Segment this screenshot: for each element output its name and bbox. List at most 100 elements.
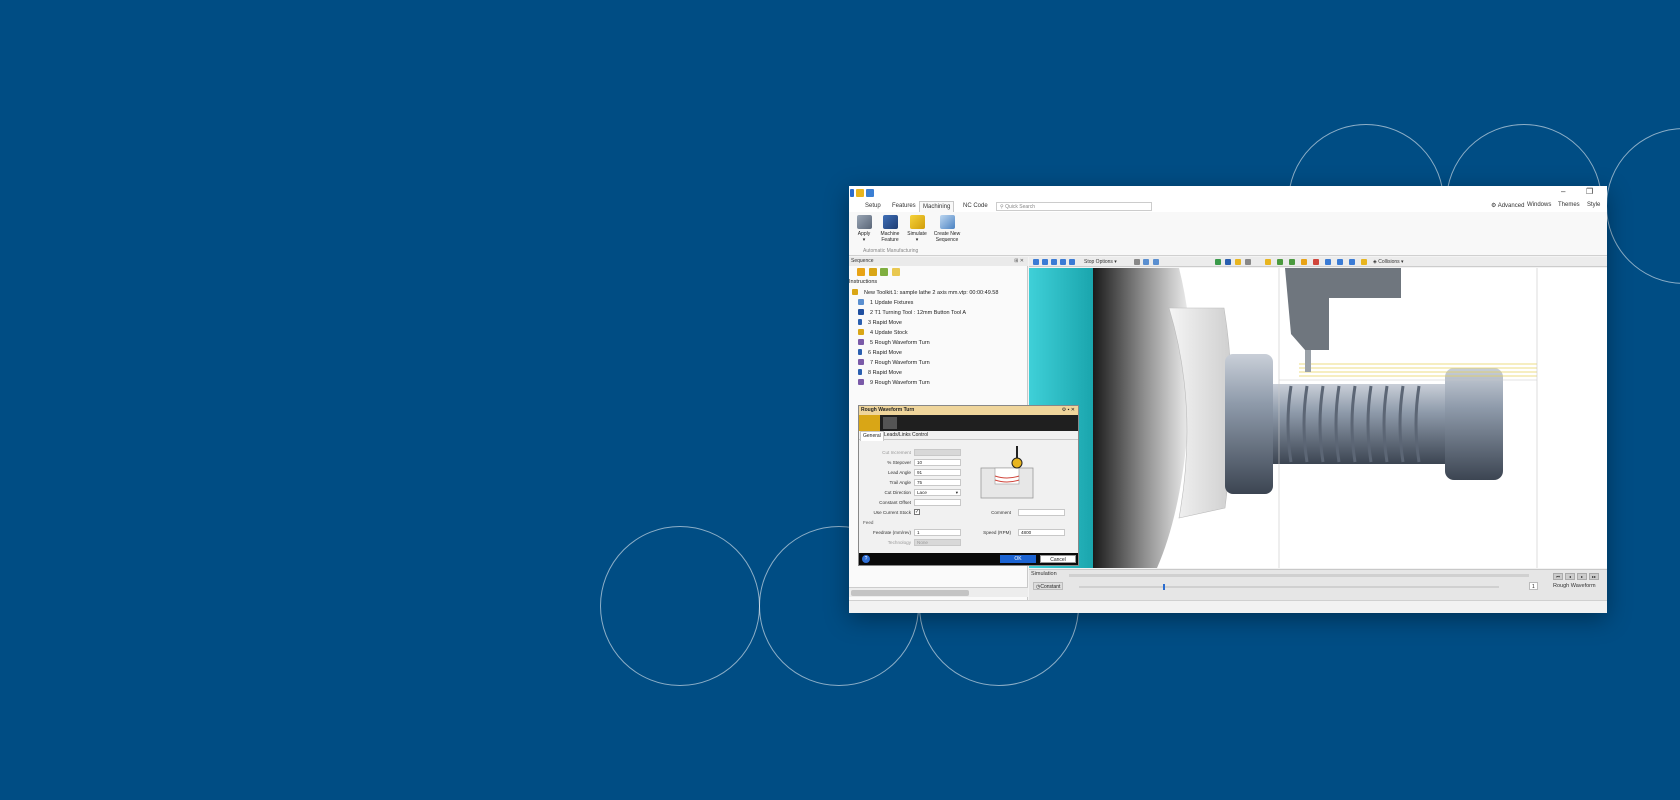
dialog-tab-leads-links[interactable]: Leads/Links xyxy=(882,431,913,440)
dropdown-arrow-icon: ▾ xyxy=(915,237,919,243)
restore-button[interactable]: ❐ xyxy=(1586,187,1593,196)
speed-input[interactable]: 4800 xyxy=(1018,529,1065,536)
feedrate-label: Feedrate (mm/rev) xyxy=(872,530,911,535)
deco-circle-bottom-1 xyxy=(600,526,760,686)
warning-icon[interactable] xyxy=(1235,259,1241,265)
viewport-3d[interactable] xyxy=(1029,268,1607,568)
dialog-footer: ? OK Cancel xyxy=(859,553,1078,565)
create-sequence-button[interactable]: Create New Sequence xyxy=(931,215,963,243)
tool-settings-icon[interactable] xyxy=(883,417,897,429)
speed-slider-track[interactable] xyxy=(1079,586,1499,588)
measure-icon[interactable] xyxy=(1325,259,1331,265)
ok-button[interactable]: OK xyxy=(1000,555,1036,563)
shading-icon[interactable] xyxy=(1245,259,1251,265)
comment-input[interactable] xyxy=(1018,509,1065,516)
tree-item-1[interactable]: 1 Update Fixtures xyxy=(858,299,913,306)
use-current-stock-label: Use Current Stock xyxy=(873,510,911,515)
tab-nc-code[interactable]: NC Code xyxy=(960,201,991,212)
fixture-display-icon[interactable] xyxy=(1301,259,1307,265)
axis-icon[interactable] xyxy=(1349,259,1355,265)
tree-item-label: 5 Rough Waveform Turn xyxy=(870,340,930,346)
sequence-pane-scrollbar[interactable] xyxy=(849,587,1028,597)
stock-display-icon[interactable] xyxy=(1289,259,1295,265)
use-current-stock-checkbox[interactable]: ✓ xyxy=(914,509,920,515)
menu-style[interactable]: Style xyxy=(1587,202,1600,208)
tree-item-2[interactable]: 2 T1 Turning Tool : 12mm Button Tool A xyxy=(858,309,966,316)
minimize-button[interactable]: – xyxy=(1561,187,1565,196)
tab-features[interactable]: Features xyxy=(889,201,919,212)
save-icon[interactable] xyxy=(866,189,874,197)
menu-windows[interactable]: Windows xyxy=(1527,202,1551,208)
menu-advanced[interactable]: ⚙ Advanced xyxy=(1491,202,1524,209)
simulation-top-track[interactable] xyxy=(1069,574,1529,577)
tree-item-6[interactable]: 6 Rapid Move xyxy=(858,349,902,356)
dialog-window-buttons[interactable]: ⚙ ▪ ✕ xyxy=(1062,406,1075,415)
stepover-input[interactable]: 10 xyxy=(914,459,961,466)
help-icon[interactable]: ? xyxy=(862,555,870,563)
speed-slider-knob[interactable] xyxy=(1163,584,1165,590)
current-operation-label: Rough Waveform xyxy=(1553,583,1596,589)
add-operation-icon[interactable] xyxy=(857,268,865,276)
cut-direction-select[interactable]: Lace ▾ xyxy=(914,489,961,496)
rotate-icon[interactable] xyxy=(1153,259,1159,265)
cut-direction-label: Cut Direction xyxy=(884,490,911,495)
tab-machining[interactable]: Machining xyxy=(919,201,955,212)
simulation-title: Simulation xyxy=(1031,571,1057,577)
save-view-icon[interactable] xyxy=(1225,259,1231,265)
trail-angle-input[interactable]: 75 xyxy=(914,479,961,486)
tree-item-4[interactable]: 4 Update Stock xyxy=(858,329,908,336)
constant-offset-input[interactable] xyxy=(914,499,961,506)
waveform-turn-icon xyxy=(858,359,864,365)
shaft-right-bearing xyxy=(1445,368,1503,480)
globe-icon[interactable] xyxy=(1215,259,1221,265)
step-back-icon[interactable] xyxy=(1042,259,1048,265)
cancel-button[interactable]: Cancel xyxy=(1040,555,1076,563)
stop-options-dropdown[interactable]: Stop Options ▾ xyxy=(1084,258,1117,266)
dialog-tabs: General Leads/Links Control xyxy=(859,431,1078,441)
sim-next-button[interactable]: ▸▸ xyxy=(1589,573,1599,580)
play-icon[interactable] xyxy=(1033,259,1039,265)
collisions-dropdown[interactable]: ◈ Collisions ▾ xyxy=(1373,258,1404,266)
tool-icon[interactable] xyxy=(868,268,877,276)
apply-button[interactable]: Apply ▾ xyxy=(850,215,878,243)
step-forward-icon[interactable] xyxy=(1060,259,1066,265)
step-spinner[interactable]: 1 xyxy=(1529,582,1538,590)
scrollbar-thumb[interactable] xyxy=(851,590,969,596)
operation-icon[interactable] xyxy=(859,415,880,431)
section-icon[interactable] xyxy=(1337,259,1343,265)
open-folder-icon[interactable] xyxy=(856,189,864,197)
machine-feature-button[interactable]: Machine Feature xyxy=(876,215,904,243)
tab-setup[interactable]: Setup xyxy=(862,201,884,212)
tree-item-label: 7 Rough Waveform Turn xyxy=(870,360,930,366)
tree-item-5[interactable]: 5 Rough Waveform Turn xyxy=(858,339,930,346)
menu-themes[interactable]: Themes xyxy=(1558,202,1580,208)
highlight-icon[interactable] xyxy=(1361,259,1367,265)
stop-icon[interactable] xyxy=(1051,259,1057,265)
feedrate-input[interactable]: 1 xyxy=(914,529,961,536)
dialog-tab-general[interactable]: General xyxy=(860,431,884,441)
stock-icon[interactable] xyxy=(880,268,889,276)
sim-play-button[interactable]: ▸ xyxy=(1577,573,1587,580)
lead-angle-input[interactable]: 91 xyxy=(914,469,961,476)
dialog-tab-control[interactable]: Control xyxy=(910,431,930,440)
quick-search-input[interactable]: ⚲ Quick Search xyxy=(996,202,1152,211)
tree-root[interactable]: New Toolkit.1: sample lathe 2 axis mm.vt… xyxy=(852,289,998,296)
sim-first-button[interactable]: ⏮ xyxy=(1553,573,1563,580)
rapid-move-icon xyxy=(858,349,862,355)
part-display-icon[interactable] xyxy=(1313,259,1319,265)
rapid-move-icon xyxy=(858,319,862,325)
refresh-icon[interactable] xyxy=(892,268,901,276)
constant-button[interactable]: ◷Constant xyxy=(1033,582,1064,590)
rewind-icon[interactable] xyxy=(1069,259,1075,265)
zoom-icon[interactable] xyxy=(1134,259,1140,265)
tree-item-9[interactable]: 9 Rough Waveform Turn xyxy=(858,379,930,386)
tree-item-7[interactable]: 7 Rough Waveform Turn xyxy=(858,359,930,366)
tree-item-3[interactable]: 3 Rapid Move xyxy=(858,319,902,326)
simulate-button[interactable]: Simulate ▾ xyxy=(903,215,931,243)
toolpath-icon[interactable] xyxy=(1277,259,1283,265)
sim-prev-button[interactable]: ◂ xyxy=(1565,573,1575,580)
fit-view-icon[interactable] xyxy=(1143,259,1149,265)
tool-display-icon[interactable] xyxy=(1265,259,1271,265)
tree-item-8[interactable]: 8 Rapid Move xyxy=(858,369,902,376)
pane-close-icon[interactable]: ⊞ ✕ xyxy=(1014,257,1024,266)
